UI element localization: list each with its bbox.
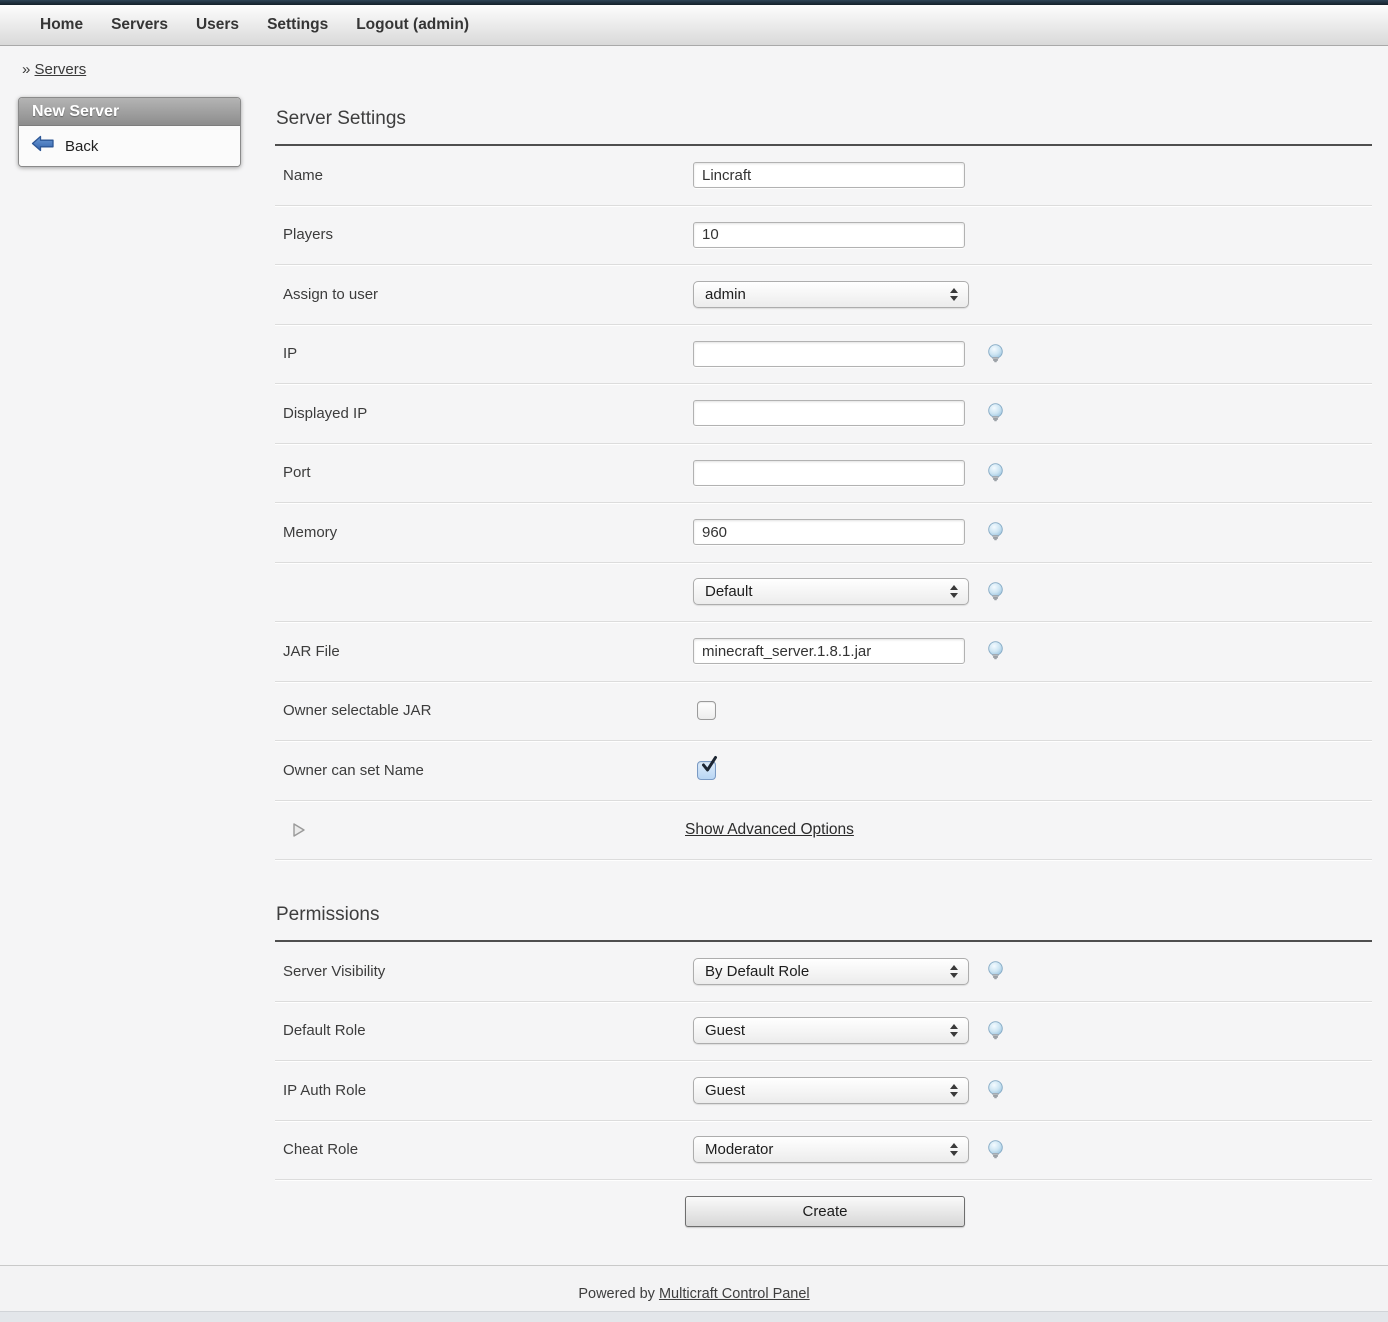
server-visibility-label: Server Visibility: [275, 963, 693, 980]
select-stepper-icon: [950, 288, 958, 301]
new-server-panel: New Server Back: [18, 97, 241, 167]
jar-file-input[interactable]: [693, 638, 965, 664]
displayed-ip-hint-lightbulb-icon[interactable]: [985, 403, 1006, 424]
create-button[interactable]: Create: [685, 1196, 965, 1227]
panel-title: New Server: [19, 98, 240, 126]
create-row: Create: [275, 1180, 1372, 1243]
memory-row: Memory: [275, 503, 1372, 563]
cheat-role-select[interactable]: Moderator: [693, 1136, 969, 1163]
main-navbar: Home Servers Users Settings Logout (admi…: [0, 5, 1388, 46]
server-visibility-row: Server Visibility By Default Role: [275, 942, 1372, 1002]
memory-hint-lightbulb-icon[interactable]: [985, 522, 1006, 543]
check-mark-icon: [699, 755, 719, 775]
main-content: Server Settings Name Players Assign to u…: [275, 108, 1372, 1243]
ip-row: IP: [275, 325, 1372, 385]
select-stepper-icon: [950, 585, 958, 598]
displayed-ip-row: Displayed IP: [275, 384, 1372, 444]
jar-file-label: JAR File: [275, 643, 693, 660]
cheat-role-row: Cheat Role Moderator: [275, 1121, 1372, 1181]
nav-home[interactable]: Home: [40, 5, 83, 45]
memory-input[interactable]: [693, 519, 965, 545]
ip-auth-role-hint-lightbulb-icon[interactable]: [985, 1080, 1006, 1101]
jar-file-row: JAR File: [275, 622, 1372, 682]
breadcrumb: » Servers: [0, 46, 1388, 78]
powered-by-text: Powered by: [578, 1286, 655, 1302]
select-stepper-icon: [950, 1024, 958, 1037]
nav-settings[interactable]: Settings: [267, 5, 328, 45]
ip-auth-role-row: IP Auth Role Guest: [275, 1061, 1372, 1121]
port-label: Port: [275, 464, 693, 481]
name-row: Name: [275, 146, 1372, 206]
default-role-value: Guest: [705, 1022, 745, 1039]
assign-user-label: Assign to user: [275, 286, 693, 303]
default-role-select[interactable]: Guest: [693, 1017, 969, 1044]
default-role-row: Default Role Guest: [275, 1002, 1372, 1062]
back-button[interactable]: Back: [19, 126, 240, 166]
port-hint-lightbulb-icon[interactable]: [985, 462, 1006, 483]
players-row: Players: [275, 206, 1372, 266]
back-arrow-icon: [31, 135, 55, 157]
name-label: Name: [275, 167, 693, 184]
server-visibility-hint-lightbulb-icon[interactable]: [985, 961, 1006, 982]
owner-selectable-jar-row: Owner selectable JAR: [275, 682, 1372, 742]
owner-can-set-name-checkbox[interactable]: [697, 761, 716, 780]
expand-triangle-icon[interactable]: [292, 822, 306, 838]
server-settings-title: Server Settings: [276, 108, 1372, 130]
ip-auth-role-select[interactable]: Guest: [693, 1077, 969, 1104]
ip-auth-role-label: IP Auth Role: [275, 1082, 693, 1099]
show-advanced-options-link[interactable]: Show Advanced Options: [685, 821, 854, 838]
jar-file-hint-lightbulb-icon[interactable]: [985, 641, 1006, 662]
cheat-role-label: Cheat Role: [275, 1141, 693, 1158]
default-role-hint-lightbulb-icon[interactable]: [985, 1020, 1006, 1041]
multicraft-link[interactable]: Multicraft Control Panel: [659, 1286, 810, 1302]
assign-user-select[interactable]: admin: [693, 281, 969, 308]
default-select-row: Default: [275, 563, 1372, 623]
nav-servers[interactable]: Servers: [111, 5, 168, 45]
select-stepper-icon: [950, 1143, 958, 1156]
owner-selectable-jar-checkbox[interactable]: [697, 701, 716, 720]
owner-can-set-name-label: Owner can set Name: [275, 762, 693, 779]
bottom-strip: [0, 1311, 1388, 1322]
memory-label: Memory: [275, 524, 693, 541]
owner-selectable-jar-label: Owner selectable JAR: [275, 702, 693, 719]
advanced-options-row: Show Advanced Options: [275, 801, 1372, 861]
assign-user-row: Assign to user admin: [275, 265, 1372, 325]
breadcrumb-servers-link[interactable]: Servers: [35, 61, 87, 78]
owner-can-set-name-row: Owner can set Name: [275, 741, 1372, 801]
server-visibility-value: By Default Role: [705, 963, 809, 980]
assign-user-value: admin: [705, 286, 746, 303]
permissions-title: Permissions: [276, 904, 1372, 926]
port-row: Port: [275, 444, 1372, 504]
displayed-ip-label: Displayed IP: [275, 405, 693, 422]
select-stepper-icon: [950, 1084, 958, 1097]
ip-hint-lightbulb-icon[interactable]: [985, 343, 1006, 364]
players-label: Players: [275, 226, 693, 243]
default-select[interactable]: Default: [693, 578, 969, 605]
server-visibility-select[interactable]: By Default Role: [693, 958, 969, 985]
cheat-role-hint-lightbulb-icon[interactable]: [985, 1139, 1006, 1160]
ip-input[interactable]: [693, 341, 965, 367]
default-role-label: Default Role: [275, 1022, 693, 1039]
ip-label: IP: [275, 345, 693, 362]
cheat-role-value: Moderator: [705, 1141, 773, 1158]
select-stepper-icon: [950, 965, 958, 978]
nav-users[interactable]: Users: [196, 5, 239, 45]
default-select-hint-lightbulb-icon[interactable]: [985, 581, 1006, 602]
default-select-value: Default: [705, 583, 753, 600]
breadcrumb-symbol: »: [22, 61, 30, 78]
back-label: Back: [65, 138, 98, 155]
nav-logout[interactable]: Logout (admin): [356, 5, 469, 45]
displayed-ip-input[interactable]: [693, 400, 965, 426]
ip-auth-role-value: Guest: [705, 1082, 745, 1099]
port-input[interactable]: [693, 460, 965, 486]
players-input[interactable]: [693, 222, 965, 248]
name-input[interactable]: [693, 162, 965, 188]
